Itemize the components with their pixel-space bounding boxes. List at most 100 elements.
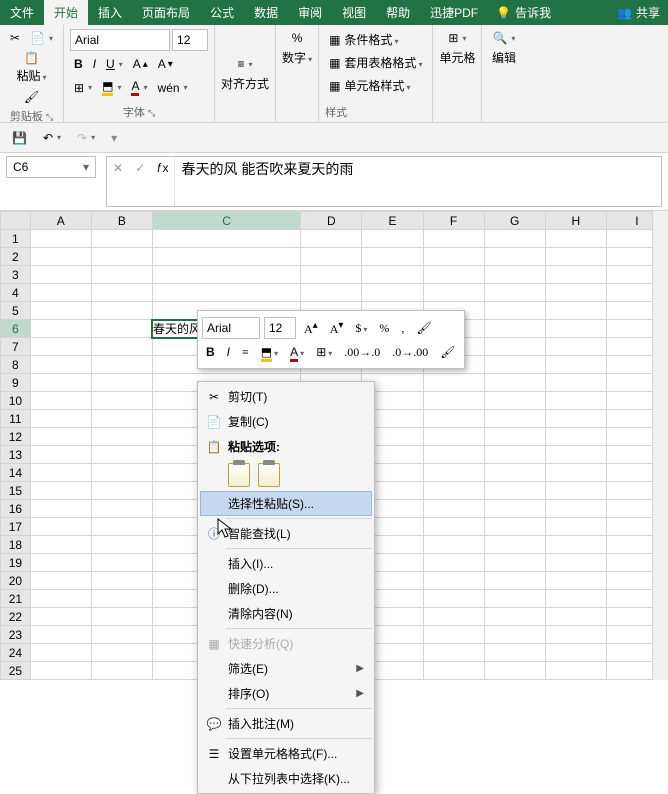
- cell[interactable]: [484, 284, 545, 302]
- cell[interactable]: [484, 410, 545, 428]
- row-header[interactable]: 19: [1, 554, 31, 572]
- mini-format-painter-icon-2[interactable]: 🖌: [436, 343, 459, 362]
- cell[interactable]: [545, 338, 606, 356]
- undo-button[interactable]: ↶: [39, 129, 65, 147]
- cell[interactable]: [91, 302, 152, 320]
- tab-layout[interactable]: 页面布局: [132, 0, 200, 25]
- bold-button[interactable]: B: [70, 55, 87, 73]
- cell[interactable]: [30, 464, 91, 482]
- ctx-format-cells[interactable]: ☰设置单元格格式(F)...: [200, 741, 372, 766]
- ctx-insert[interactable]: 插入(I)...: [200, 551, 372, 576]
- ctx-smart-lookup[interactable]: ⓘ智能查找(L): [200, 521, 372, 546]
- ctx-cut[interactable]: ✂剪切(T): [200, 384, 372, 409]
- cell[interactable]: [91, 374, 152, 392]
- cell[interactable]: [30, 626, 91, 644]
- enter-formula-icon[interactable]: ✓: [131, 159, 149, 177]
- row-header[interactable]: 24: [1, 644, 31, 662]
- mini-inc-decimal-icon[interactable]: .0→.00: [388, 343, 432, 362]
- font-color-button[interactable]: A: [127, 77, 151, 98]
- ctx-paste-special[interactable]: 选择性粘贴(S)...: [200, 491, 372, 516]
- row-header[interactable]: 7: [1, 338, 31, 356]
- cell[interactable]: [91, 428, 152, 446]
- font-size-select[interactable]: [172, 29, 208, 51]
- cell[interactable]: [484, 338, 545, 356]
- cell[interactable]: [91, 410, 152, 428]
- cell[interactable]: [545, 302, 606, 320]
- italic-button[interactable]: I: [89, 55, 100, 73]
- font-name-select[interactable]: [70, 29, 170, 51]
- cell[interactable]: [30, 662, 91, 680]
- cell[interactable]: [484, 662, 545, 680]
- cell[interactable]: [545, 374, 606, 392]
- cell[interactable]: [484, 356, 545, 374]
- column-header[interactable]: D: [301, 212, 362, 230]
- cell[interactable]: [301, 230, 362, 248]
- row-header[interactable]: 1: [1, 230, 31, 248]
- cell[interactable]: [91, 644, 152, 662]
- cell[interactable]: [30, 608, 91, 626]
- row-header[interactable]: 6: [1, 320, 31, 338]
- phonetic-button[interactable]: wén: [154, 79, 192, 97]
- mini-font-name[interactable]: [202, 317, 260, 339]
- row-header[interactable]: 23: [1, 626, 31, 644]
- cell[interactable]: [484, 572, 545, 590]
- row-header[interactable]: 14: [1, 464, 31, 482]
- cell[interactable]: [484, 518, 545, 536]
- tab-pdf[interactable]: 迅捷PDF: [420, 0, 488, 25]
- fx-icon[interactable]: fx: [153, 159, 172, 177]
- cell[interactable]: [91, 464, 152, 482]
- mini-increase-font-icon[interactable]: A▴: [300, 318, 322, 339]
- cell[interactable]: [30, 482, 91, 500]
- cell[interactable]: [91, 662, 152, 680]
- percent-icon[interactable]: %: [288, 29, 307, 47]
- cell[interactable]: [484, 464, 545, 482]
- mini-fill-color-button[interactable]: ⬒: [257, 343, 282, 362]
- paste-option-keep-source[interactable]: [228, 463, 250, 487]
- cell[interactable]: [91, 518, 152, 536]
- cell[interactable]: [545, 284, 606, 302]
- cell[interactable]: [301, 248, 362, 266]
- decrease-font-icon[interactable]: A▾: [154, 55, 177, 73]
- cell[interactable]: [545, 536, 606, 554]
- cell[interactable]: [91, 554, 152, 572]
- cell[interactable]: [484, 392, 545, 410]
- cell[interactable]: [91, 266, 152, 284]
- ctx-sort[interactable]: 排序(O)▶: [200, 681, 372, 706]
- vertical-scrollbar[interactable]: [652, 211, 668, 680]
- cell[interactable]: [484, 374, 545, 392]
- cell[interactable]: [30, 554, 91, 572]
- cell[interactable]: [545, 482, 606, 500]
- row-header[interactable]: 2: [1, 248, 31, 266]
- cell[interactable]: [545, 320, 606, 338]
- mini-center-icon[interactable]: ≡: [238, 343, 253, 362]
- cell[interactable]: [423, 446, 484, 464]
- cell[interactable]: [152, 284, 300, 302]
- cell[interactable]: [423, 266, 484, 284]
- ctx-insert-comment[interactable]: 💬插入批注(M): [200, 711, 372, 736]
- tab-view[interactable]: 视图: [332, 0, 376, 25]
- underline-button[interactable]: U: [102, 55, 127, 73]
- column-header[interactable]: A: [30, 212, 91, 230]
- row-header[interactable]: 8: [1, 356, 31, 374]
- cell[interactable]: [423, 284, 484, 302]
- column-header[interactable]: G: [484, 212, 545, 230]
- ctx-copy[interactable]: 📄复制(C): [200, 409, 372, 434]
- cell[interactable]: [423, 590, 484, 608]
- row-header[interactable]: 13: [1, 446, 31, 464]
- align-icon[interactable]: ≡: [234, 55, 257, 73]
- cell[interactable]: [91, 572, 152, 590]
- tab-formula[interactable]: 公式: [200, 0, 244, 25]
- row-header[interactable]: 9: [1, 374, 31, 392]
- cell[interactable]: [30, 338, 91, 356]
- cell[interactable]: [30, 572, 91, 590]
- mini-format-painter-icon[interactable]: 🖌: [412, 319, 435, 338]
- row-header[interactable]: 25: [1, 662, 31, 680]
- row-header[interactable]: 3: [1, 266, 31, 284]
- cell[interactable]: [91, 446, 152, 464]
- cell[interactable]: [362, 248, 423, 266]
- save-icon[interactable]: 💾: [8, 129, 31, 147]
- find-icon[interactable]: 🔍: [488, 29, 519, 47]
- mini-italic-button[interactable]: I: [223, 343, 234, 362]
- cell[interactable]: [545, 644, 606, 662]
- cell[interactable]: [484, 608, 545, 626]
